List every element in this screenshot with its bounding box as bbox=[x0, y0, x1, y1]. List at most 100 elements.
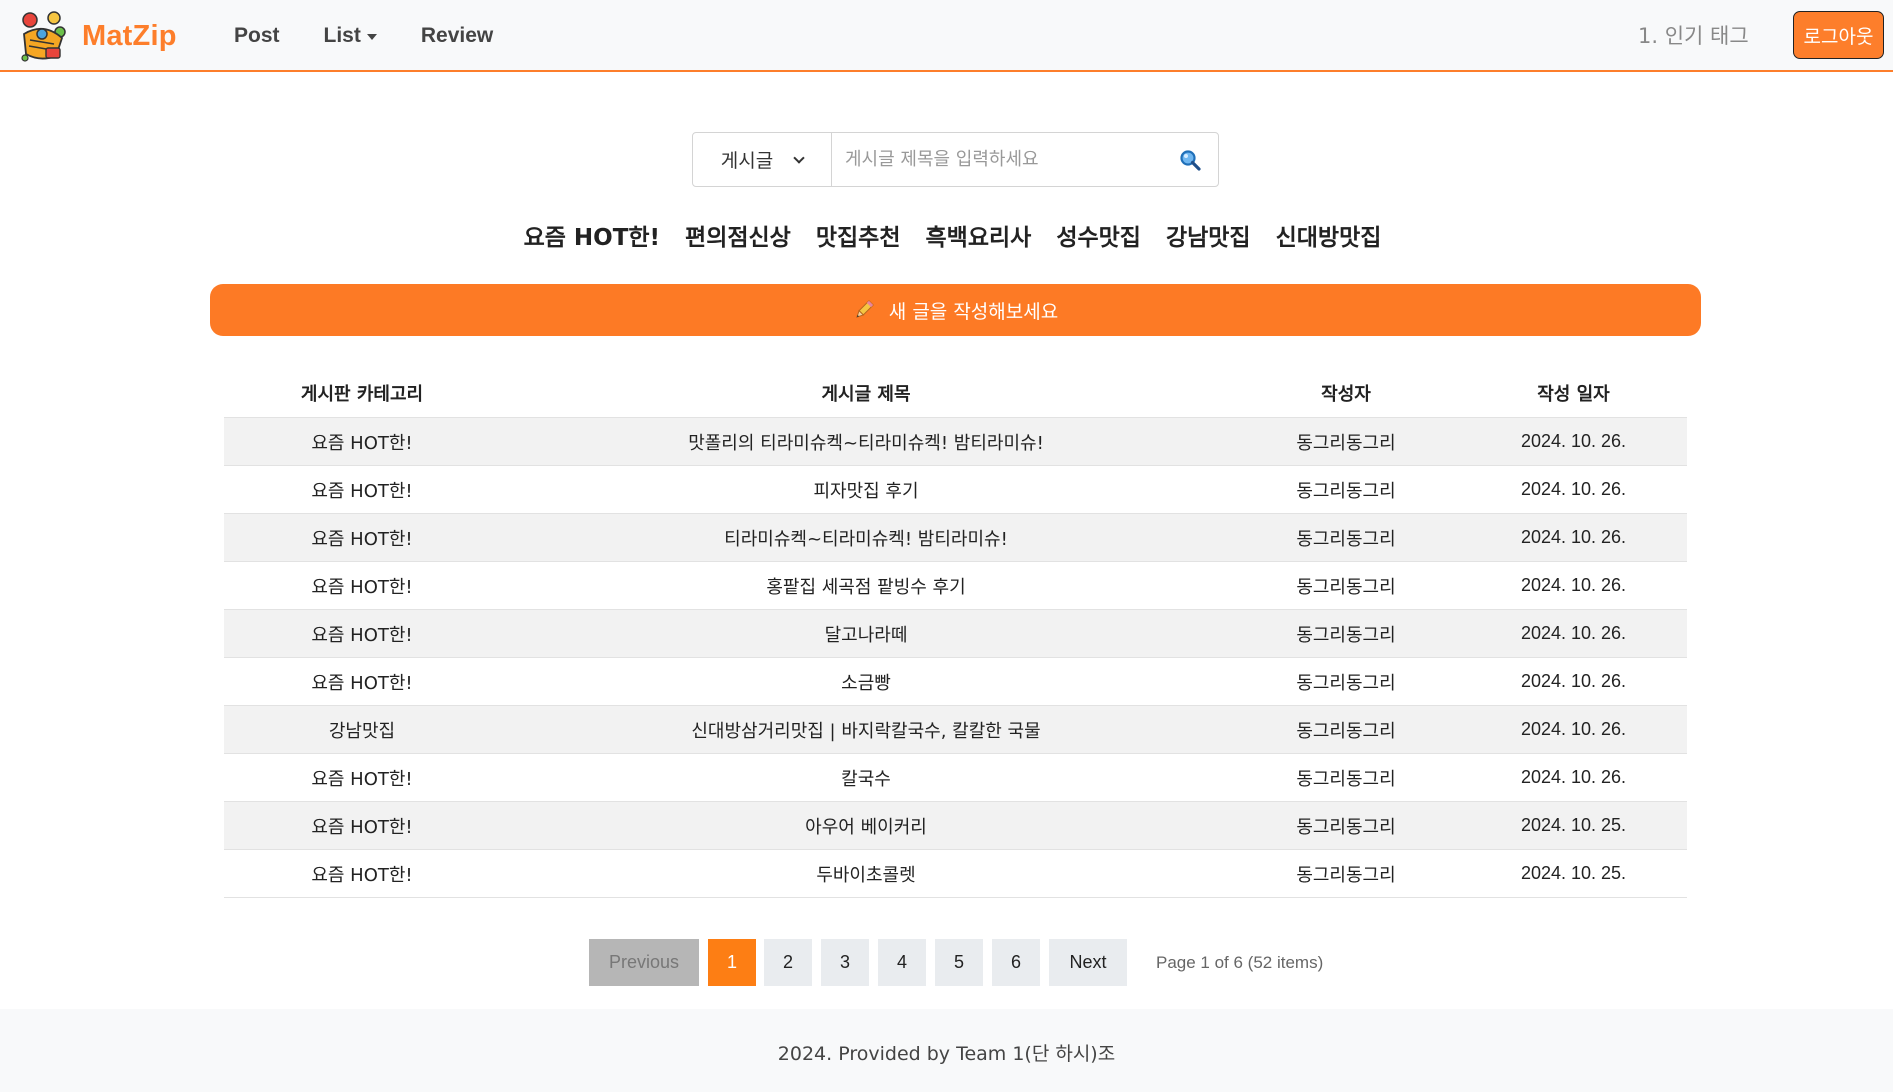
search-input[interactable] bbox=[832, 133, 1162, 186]
search-icon[interactable] bbox=[1162, 133, 1218, 186]
table-body: 요즘 HOT한! 맛폴리의 티라미슈켁~티라미슈켁! 밤티라미슈! 동그리동그리 20… bbox=[224, 418, 1687, 898]
tag-convenience-store[interactable]: 편의점신상 bbox=[685, 218, 791, 252]
row-date: 2024. 10. 26. bbox=[1520, 671, 1627, 691]
search-type-select[interactable]: 게시글 bbox=[693, 133, 832, 186]
page-button-5[interactable]: 5 bbox=[935, 939, 983, 986]
table-header: 게시판 카테고리 게시글 제목 작성자 작성 일자 bbox=[224, 369, 1687, 418]
table-row[interactable]: 강남맛집 신대방삼거리맛집 | 바지락칼국수, 칼칼한 국물 동그리동그리 2024.… bbox=[224, 706, 1687, 754]
tag-sindaebang[interactable]: 신대방맛집 bbox=[1276, 218, 1382, 252]
table-row[interactable]: 요즘 HOT한! 맛폴리의 티라미슈켁~티라미슈켁! 밤티라미슈! 동그리동그리 20… bbox=[224, 418, 1687, 466]
next-page-button[interactable]: Next bbox=[1049, 939, 1127, 986]
page-button-6[interactable]: 6 bbox=[992, 939, 1040, 986]
row-author: 동그리동그리 bbox=[1296, 768, 1396, 790]
table-row[interactable]: 요즘 HOT한! 소금빵 동그리동그리 2024. 10. 26. bbox=[224, 658, 1687, 706]
logout-button[interactable]: 로그아웃 bbox=[1793, 11, 1884, 59]
row-author: 동그리동그리 bbox=[1296, 432, 1396, 454]
row-title[interactable]: 홍팥집 세곡점 팥빙수 후기 bbox=[500, 573, 1232, 599]
row-date: 2024. 10. 25. bbox=[1520, 863, 1627, 883]
chevron-down-icon bbox=[793, 151, 805, 164]
nav-link-review[interactable]: Review bbox=[421, 24, 493, 48]
table-row[interactable]: 요즘 HOT한! 피자맛집 후기 동그리동그리 2024. 10. 26. bbox=[224, 466, 1687, 514]
row-title[interactable]: 피자맛집 후기 bbox=[500, 477, 1232, 503]
row-title[interactable]: 맛폴리의 티라미슈켁~티라미슈켁! 밤티라미슈! bbox=[500, 429, 1232, 455]
header-title: 게시글 제목 bbox=[821, 384, 911, 405]
table-row[interactable]: 요즘 HOT한! 칼국수 동그리동그리 2024. 10. 26. bbox=[224, 754, 1687, 802]
page-button-1[interactable]: 1 bbox=[708, 939, 756, 986]
tag-gangnam[interactable]: 강남맛집 bbox=[1166, 218, 1251, 252]
table-row[interactable]: 요즘 HOT한! 두바이초콜렛 동그리동그리 2024. 10. 25. bbox=[224, 850, 1687, 898]
row-date: 2024. 10. 25. bbox=[1520, 815, 1627, 835]
tag-hot[interactable]: 요즘 HOT한! bbox=[524, 218, 660, 252]
row-date: 2024. 10. 26. bbox=[1520, 479, 1627, 499]
row-author: 동그리동그리 bbox=[1296, 816, 1396, 838]
table-row[interactable]: 요즘 HOT한! 달고나라떼 동그리동그리 2024. 10. 26. bbox=[224, 610, 1687, 658]
top-navbar: MatZip Post List Review 1. 인기 태그 로그아웃 bbox=[0, 0, 1893, 72]
row-author: 동그리동그리 bbox=[1296, 624, 1396, 646]
row-title[interactable]: 소금빵 bbox=[500, 669, 1232, 695]
tag-black-white-chef[interactable]: 흑백요리사 bbox=[926, 218, 1032, 252]
brand-home-link[interactable]: MatZip bbox=[16, 8, 177, 64]
page-button-3[interactable]: 3 bbox=[821, 939, 869, 986]
row-category: 요즘 HOT한! bbox=[311, 864, 413, 886]
page-button-2[interactable]: 2 bbox=[764, 939, 812, 986]
footer-text: 2024. Provided by Team 1(단 하시)조 bbox=[777, 1043, 1116, 1065]
nav-link-list-label: List bbox=[323, 24, 361, 47]
post-table: 게시판 카테고리 게시글 제목 작성자 작성 일자 요즘 HOT한! 맛폴리의 티… bbox=[224, 369, 1687, 898]
row-date: 2024. 10. 26. bbox=[1520, 575, 1627, 595]
header-date: 작성 일자 bbox=[1537, 384, 1610, 405]
row-title[interactable]: 티라미슈켁~티라미슈켁! 밤티라미슈! bbox=[500, 525, 1232, 551]
row-date: 2024. 10. 26. bbox=[1520, 527, 1627, 547]
row-category: 요즘 HOT한! bbox=[311, 528, 413, 550]
row-author: 동그리동그리 bbox=[1296, 528, 1396, 550]
row-category: 요즘 HOT한! bbox=[311, 672, 413, 694]
row-category: 요즘 HOT한! bbox=[311, 576, 413, 598]
row-category: 요즘 HOT한! bbox=[311, 624, 413, 646]
row-category: 요즘 HOT한! bbox=[311, 768, 413, 790]
row-date: 2024. 10. 26. bbox=[1520, 431, 1627, 451]
row-author: 동그리동그리 bbox=[1296, 576, 1396, 598]
popular-tag-text: 1. 인기 태그 bbox=[1638, 24, 1749, 48]
nav-link-list-dropdown[interactable]: List bbox=[324, 24, 377, 48]
row-author: 동그리동그리 bbox=[1296, 720, 1396, 742]
tag-seongsu[interactable]: 성수맛집 bbox=[1056, 218, 1141, 252]
search-type-value: 게시글 bbox=[720, 150, 774, 172]
matzip-logo-icon bbox=[21, 11, 66, 62]
row-title[interactable]: 아우어 베이커리 bbox=[500, 813, 1232, 839]
row-date: 2024. 10. 26. bbox=[1520, 719, 1627, 739]
nav-link-review-label: Review bbox=[420, 24, 494, 47]
pencil-icon bbox=[855, 300, 874, 318]
row-category: 강남맛집 bbox=[328, 720, 396, 742]
row-date: 2024. 10. 26. bbox=[1520, 623, 1627, 643]
previous-page-button[interactable]: Previous bbox=[589, 939, 699, 986]
page-info-text: Page 1 of 6 (52 items) bbox=[1156, 952, 1324, 972]
table-row[interactable]: 요즘 HOT한! 아우어 베이커리 동그리동그리 2024. 10. 25. bbox=[224, 802, 1687, 850]
row-date: 2024. 10. 26. bbox=[1520, 767, 1627, 787]
table-row[interactable]: 요즘 HOT한! 홍팥집 세곡점 팥빙수 후기 동그리동그리 2024. 10. 26… bbox=[224, 562, 1687, 610]
row-title[interactable]: 두바이초콜렛 bbox=[500, 861, 1232, 887]
header-author: 작성자 bbox=[1321, 384, 1371, 405]
pagination: Previous 1 2 3 4 5 6 Next Page 1 of 6 (5… bbox=[589, 939, 1323, 986]
tag-recommend[interactable]: 맛집추천 bbox=[816, 218, 901, 252]
caret-down-icon bbox=[366, 34, 377, 40]
row-title[interactable]: 칼국수 bbox=[500, 765, 1232, 791]
header-category: 게시판 카테고리 bbox=[300, 384, 424, 405]
row-author: 동그리동그리 bbox=[1296, 672, 1396, 694]
row-author: 동그리동그리 bbox=[1296, 480, 1396, 502]
row-category: 요즘 HOT한! bbox=[311, 432, 413, 454]
nav-link-post[interactable]: Post bbox=[234, 24, 280, 48]
footer: 2024. Provided by Team 1(단 하시)조 bbox=[0, 1009, 1893, 1092]
page-button-4[interactable]: 4 bbox=[878, 939, 926, 986]
new-post-label: 새 글을 작성해보세요 bbox=[888, 300, 1059, 323]
row-category: 요즘 HOT한! bbox=[311, 816, 413, 838]
brand-name: MatZip bbox=[82, 19, 177, 52]
nav-links: Post List Review bbox=[234, 0, 493, 72]
row-author: 동그리동그리 bbox=[1296, 864, 1396, 886]
new-post-button[interactable]: 새 글을 작성해보세요 bbox=[210, 284, 1701, 336]
row-title[interactable]: 달고나라떼 bbox=[500, 621, 1232, 647]
search-bar: 게시글 bbox=[692, 132, 1219, 187]
tag-list: 요즘 HOT한! 편의점신상 맛집추천 흑백요리사 성수맛집 강남맛집 신대방맛… bbox=[0, 218, 1893, 252]
nav-link-post-label: Post bbox=[234, 24, 280, 47]
row-category: 요즘 HOT한! bbox=[311, 480, 413, 502]
table-row[interactable]: 요즘 HOT한! 티라미슈켁~티라미슈켁! 밤티라미슈! 동그리동그리 2024. 1… bbox=[224, 514, 1687, 562]
row-title[interactable]: 신대방삼거리맛집 | 바지락칼국수, 칼칼한 국물 bbox=[500, 717, 1232, 743]
